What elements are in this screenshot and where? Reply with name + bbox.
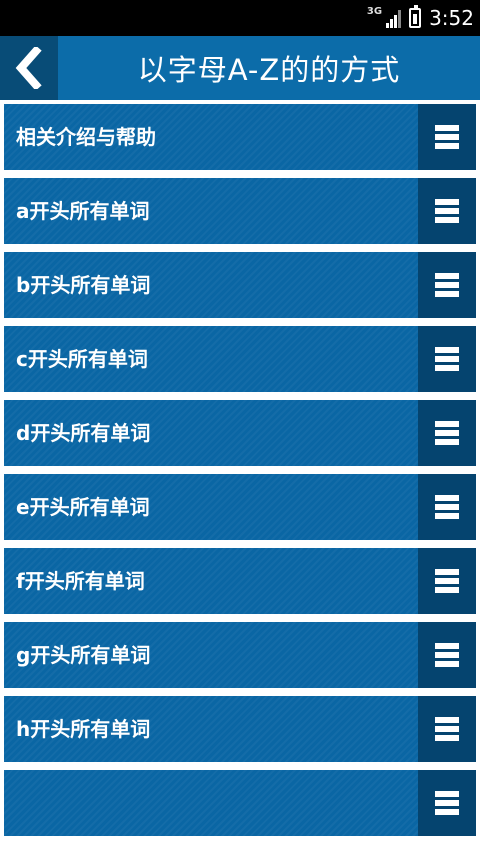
chevron-left-icon (15, 47, 42, 89)
menu-icon[interactable] (418, 326, 476, 392)
status-time: 3:52 (429, 6, 474, 30)
list-item-d[interactable]: d开头所有单词 (4, 400, 476, 466)
list-item-b[interactable]: b开头所有单词 (4, 252, 476, 318)
list-item-g[interactable]: g开头所有单词 (4, 622, 476, 688)
signal-icon (386, 8, 402, 28)
list-item-label: e开头所有单词 (16, 495, 150, 519)
back-button[interactable] (0, 36, 58, 100)
list-item-label: c开头所有单词 (16, 347, 148, 371)
app-header: 以字母A-Z的的方式 (0, 36, 480, 100)
letter-list: 相关介绍与帮助 a开头所有单词 b开头所有单词 c开头所有单词 d开头所有单词 … (4, 104, 476, 844)
status-bar: 3G 3:52 (0, 0, 480, 36)
menu-icon[interactable] (418, 622, 476, 688)
menu-icon[interactable] (418, 252, 476, 318)
list-item-e[interactable]: e开头所有单词 (4, 474, 476, 540)
list-item-label: h开头所有单词 (16, 717, 151, 741)
network-type-label: 3G (366, 6, 383, 17)
menu-icon[interactable] (418, 474, 476, 540)
list-item-label: 相关介绍与帮助 (16, 125, 156, 149)
list-item-c[interactable]: c开头所有单词 (4, 326, 476, 392)
menu-icon[interactable] (418, 548, 476, 614)
list-item-a[interactable]: a开头所有单词 (4, 178, 476, 244)
menu-icon[interactable] (418, 400, 476, 466)
list-item-h[interactable]: h开头所有单词 (4, 696, 476, 762)
list-item-label: g开头所有单词 (16, 643, 151, 667)
list-item-label: d开头所有单词 (16, 421, 151, 445)
list-item-label: b开头所有单词 (16, 273, 151, 297)
list-item-partial[interactable] (4, 770, 476, 836)
menu-icon[interactable] (418, 178, 476, 244)
list-item-help[interactable]: 相关介绍与帮助 (4, 104, 476, 170)
menu-icon[interactable] (418, 104, 476, 170)
status-icons: 3G 3:52 (367, 0, 474, 36)
menu-icon[interactable] (418, 770, 476, 836)
list-item-label: a开头所有单词 (16, 199, 150, 223)
list-item-label: f开头所有单词 (16, 569, 145, 593)
page-title: 以字母A-Z的的方式 (137, 53, 401, 87)
list-item-f[interactable]: f开头所有单词 (4, 548, 476, 614)
menu-icon[interactable] (418, 696, 476, 762)
battery-icon (409, 5, 422, 28)
